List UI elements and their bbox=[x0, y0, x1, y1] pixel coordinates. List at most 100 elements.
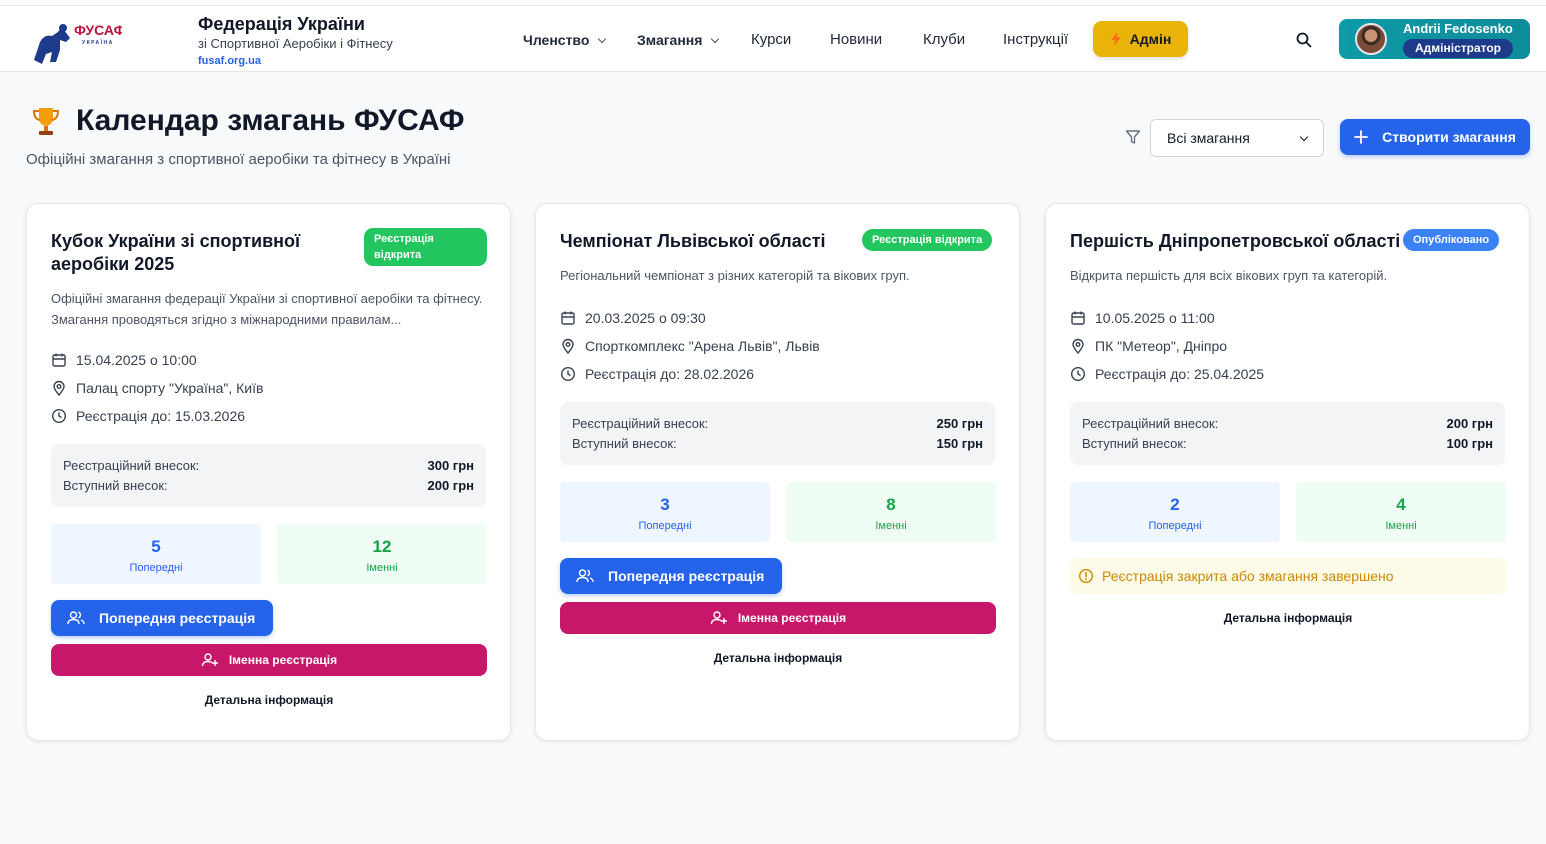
competition-filter-select[interactable]: Всі змагання bbox=[1150, 119, 1324, 157]
avatar bbox=[1355, 23, 1387, 55]
named-registrations-stat: 8 Іменні bbox=[786, 482, 996, 542]
plus-icon bbox=[1354, 130, 1369, 144]
prelim-registration-button[interactable]: Попередня реєстрація bbox=[560, 558, 783, 594]
map-pin-icon bbox=[1072, 338, 1084, 354]
competition-title[interactable]: Чемпіонат Львівської області bbox=[560, 230, 826, 253]
brand-url-link[interactable]: fusaf.org.ua bbox=[198, 55, 261, 67]
nav-instructions[interactable]: Інструкції bbox=[1003, 31, 1068, 48]
registration-deadline: Реєстрація до: 15.03.2026 bbox=[51, 408, 245, 424]
competition-title[interactable]: Кубок України зі спортивної аеробіки 202… bbox=[51, 230, 361, 276]
nav-courses[interactable]: Курси bbox=[751, 31, 791, 48]
location-text: ПК "Метеор", Дніпро bbox=[1095, 338, 1228, 354]
details-link[interactable]: Детальна інформація bbox=[51, 693, 487, 707]
svg-text:УКРАЇНА: УКРАЇНА bbox=[82, 39, 114, 46]
competition-description: Відкрита першість для всіх вікових груп … bbox=[1070, 268, 1388, 283]
user-plus-icon bbox=[710, 611, 727, 625]
competition-title[interactable]: Першість Дніпропетровської області bbox=[1070, 230, 1400, 253]
details-link[interactable]: Детальна інформація bbox=[560, 651, 996, 665]
registration-closed-notice: Реєстрація закрита або змагання завершен… bbox=[1070, 558, 1506, 594]
fee-entry-row: Вступний внесок: 150 грн bbox=[572, 436, 983, 451]
fee-value: 200 грн bbox=[427, 478, 474, 493]
fee-label: Вступний внесок: bbox=[572, 436, 677, 451]
stat-count: 3 bbox=[660, 495, 670, 514]
competition-card: Чемпіонат Львівської області Реєстрація … bbox=[535, 203, 1020, 741]
stat-label: Попередні bbox=[129, 562, 183, 574]
registration-deadline: Реєстрація до: 28.02.2026 bbox=[560, 366, 754, 382]
user-name: Andrii Fedosenko bbox=[1403, 21, 1513, 36]
users-icon bbox=[576, 569, 594, 583]
competition-date: 20.03.2025 о 09:30 bbox=[560, 310, 706, 326]
fee-value: 250 грн bbox=[936, 416, 983, 431]
date-text: 15.04.2025 о 10:00 bbox=[76, 352, 197, 368]
named-registration-button[interactable]: Іменна реєстрація bbox=[560, 602, 996, 634]
create-competition-label: Створити змагання bbox=[1382, 129, 1516, 145]
fees-box: Реєстраційний внесок: 200 грн Вступний в… bbox=[1070, 402, 1505, 465]
nav-news[interactable]: Новини bbox=[830, 31, 882, 48]
stat-label: Іменні bbox=[1385, 520, 1417, 532]
competition-date: 15.04.2025 о 10:00 bbox=[51, 352, 197, 368]
competition-location: Спорткомплекс "Арена Львів", Львів bbox=[560, 338, 820, 354]
details-link[interactable]: Детальна інформація bbox=[1070, 611, 1506, 625]
chevron-down-icon bbox=[598, 34, 607, 43]
users-icon bbox=[67, 611, 85, 625]
stat-count: 8 bbox=[886, 495, 896, 514]
nav-membership[interactable]: Членство bbox=[523, 32, 607, 48]
fee-entry-row: Вступний внесок: 200 грн bbox=[63, 478, 474, 493]
date-text: 20.03.2025 о 09:30 bbox=[585, 310, 706, 326]
nav-competitions-label: Змагання bbox=[637, 32, 703, 48]
status-badge: Реєстрація відкрита bbox=[364, 228, 487, 266]
create-competition-button[interactable]: Створити змагання bbox=[1340, 119, 1530, 155]
fee-label: Реєстраційний внесок: bbox=[572, 416, 709, 431]
nav-clubs[interactable]: Клуби bbox=[923, 31, 965, 48]
fees-box: Реєстраційний внесок: 250 грн Вступний в… bbox=[560, 402, 995, 465]
lightning-icon bbox=[1110, 32, 1121, 46]
deadline-text: Реєстрація до: 25.04.2025 bbox=[1095, 366, 1265, 382]
nav-competitions[interactable]: Змагання bbox=[637, 32, 720, 48]
button-label: Попередня реєстрація bbox=[608, 568, 765, 584]
notice-text: Реєстрація закрита або змагання завершен… bbox=[1102, 568, 1394, 584]
fee-value: 200 грн bbox=[1446, 416, 1493, 431]
stat-count: 2 bbox=[1170, 495, 1180, 514]
competition-location: Палац спорту "Україна", Київ bbox=[51, 380, 263, 396]
fee-label: Реєстраційний внесок: bbox=[1082, 416, 1219, 431]
user-role-badge: Адміністратор bbox=[1403, 39, 1514, 58]
admin-button[interactable]: Адмін bbox=[1093, 21, 1188, 57]
trophy-icon bbox=[32, 108, 60, 135]
user-menu[interactable]: Andrii Fedosenko Адміністратор bbox=[1339, 19, 1530, 59]
named-registrations-stat: 12 Іменні bbox=[277, 524, 487, 584]
button-label: Попередня реєстрація bbox=[99, 610, 256, 626]
search-icon[interactable] bbox=[1296, 32, 1312, 48]
clock-icon bbox=[1070, 366, 1086, 382]
prelim-registrations-stat: 2 Попередні bbox=[1070, 482, 1280, 542]
page-heading: Календар змагань ФУСАФ bbox=[76, 104, 465, 137]
admin-label: Адмін bbox=[1129, 31, 1172, 47]
site-header: ФУСАФ УКРАЇНА Федерація України зі Спорт… bbox=[0, 6, 1546, 72]
brand-title: Федерація України bbox=[198, 14, 365, 34]
location-text: Палац спорту "Україна", Київ bbox=[76, 380, 264, 396]
competition-date: 10.05.2025 о 11:00 bbox=[1070, 310, 1215, 326]
deadline-text: Реєстрація до: 15.03.2026 bbox=[76, 408, 246, 424]
clock-icon bbox=[51, 408, 67, 424]
filter-icon bbox=[1125, 130, 1141, 144]
stat-count: 4 bbox=[1396, 495, 1406, 514]
stat-count: 5 bbox=[151, 537, 161, 556]
named-registration-button[interactable]: Іменна реєстрація bbox=[51, 644, 487, 676]
date-text: 10.05.2025 о 11:00 bbox=[1095, 310, 1215, 326]
competition-description: Регіональний чемпіонат з різних категорі… bbox=[560, 268, 910, 283]
alert-circle-icon bbox=[1078, 568, 1094, 584]
prelim-registrations-stat: 3 Попередні bbox=[560, 482, 770, 542]
button-label: Іменна реєстрація bbox=[228, 653, 338, 667]
stat-label: Іменні bbox=[366, 562, 398, 574]
fee-label: Вступний внесок: bbox=[63, 478, 168, 493]
fusaf-logo[interactable]: ФУСАФ УКРАЇНА bbox=[30, 20, 122, 64]
prelim-registration-button[interactable]: Попередня реєстрація bbox=[51, 600, 274, 636]
calendar-icon bbox=[52, 353, 66, 367]
status-badge: Реєстрація відкрита bbox=[862, 229, 993, 251]
fee-value: 300 грн bbox=[427, 458, 474, 473]
svg-text:ФУСАФ: ФУСАФ bbox=[74, 22, 122, 38]
nav-membership-label: Членство bbox=[523, 32, 590, 48]
fee-registration-row: Реєстраційний внесок: 300 грн bbox=[63, 458, 474, 473]
stat-label: Попередні bbox=[638, 520, 692, 532]
stat-label: Іменні bbox=[875, 520, 907, 532]
status-badge: Опубліковано bbox=[1403, 229, 1500, 251]
